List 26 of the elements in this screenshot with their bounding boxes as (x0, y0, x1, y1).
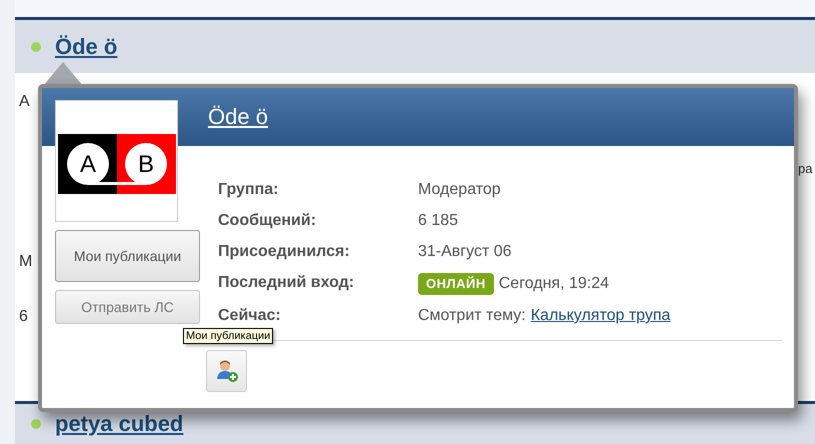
text-fragment: A (19, 93, 30, 111)
field-value: 6 185 (418, 211, 458, 231)
online-badge: ОНЛАЙН (418, 273, 494, 295)
user-add-icon (214, 359, 238, 383)
username-link[interactable]: Öde ö (55, 34, 118, 60)
add-friend-button[interactable] (206, 350, 247, 392)
field-label: Сейчас: (218, 306, 282, 326)
profile-title-link[interactable]: Öde ö (208, 104, 268, 130)
my-posts-button[interactable]: Мои публикации (55, 230, 200, 282)
tooltip: Мои публикации (183, 328, 274, 344)
topic-link[interactable]: Калькулятор трупа (530, 306, 670, 326)
field-value: 31-Август 06 (418, 242, 512, 262)
username-link[interactable]: petya cubed (55, 411, 184, 437)
text-fragment: М (19, 253, 32, 271)
field-value: Модератор (418, 180, 501, 200)
text-fragment: ра (798, 161, 812, 176)
avatar-letter: B (138, 151, 154, 178)
field-label: Последний вход: (218, 273, 356, 293)
text-fragment: 6 (19, 308, 28, 326)
field-value: Смотрит тему: (418, 306, 526, 326)
field-label: Группа: (218, 180, 280, 200)
field-label: Присоединился: (218, 242, 351, 262)
send-message-button[interactable]: Отправить ЛС (55, 290, 200, 324)
field-value: Сегодня, 19:24 (498, 274, 609, 294)
field-label: Сообщений: (218, 211, 318, 231)
avatar-letter: A (80, 151, 96, 178)
